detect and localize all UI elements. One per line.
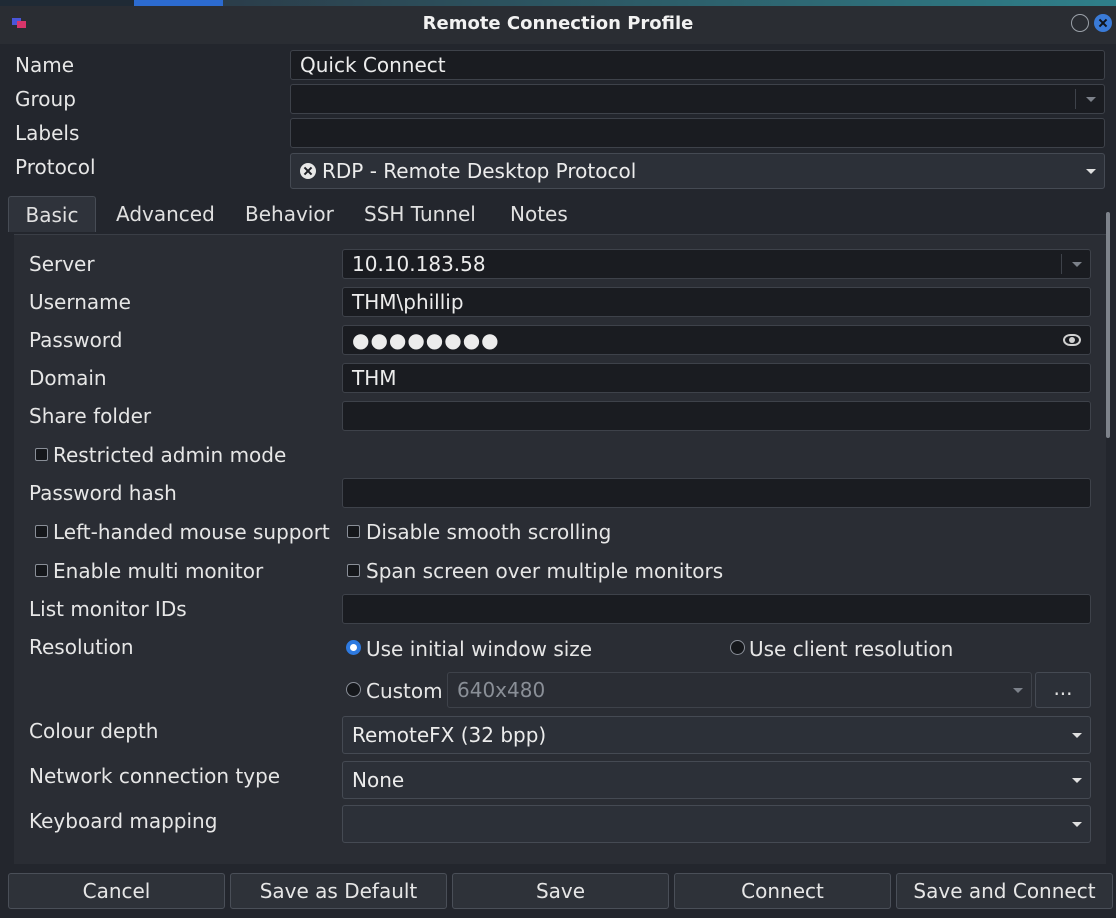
- group-combo[interactable]: [290, 84, 1105, 114]
- tab-advanced[interactable]: Advanced: [106, 196, 225, 232]
- password-value: ●●●●●●●●: [352, 328, 500, 352]
- save-and-connect-button[interactable]: Save and Connect: [896, 873, 1113, 909]
- server-combo[interactable]: 10.10.183.58: [342, 249, 1091, 279]
- chevron-down-icon[interactable]: [1072, 262, 1082, 267]
- restricted-admin-checkbox[interactable]: [35, 448, 48, 461]
- chevron-down-icon[interactable]: [1086, 97, 1096, 102]
- resolution-client-radio[interactable]: [730, 640, 745, 655]
- tab-ssh-tunnel[interactable]: SSH Tunnel: [354, 196, 486, 232]
- group-label: Group: [15, 87, 76, 111]
- share-folder-label: Share folder: [29, 404, 152, 428]
- rdp-protocol-icon: [300, 163, 316, 179]
- span-screen-label[interactable]: Span screen over multiple monitors: [366, 559, 723, 583]
- resolution-custom-radio[interactable]: [346, 682, 361, 697]
- restricted-admin-label[interactable]: Restricted admin mode: [53, 443, 286, 467]
- resolution-more-button[interactable]: ...: [1035, 672, 1091, 708]
- password-label: Password: [29, 328, 123, 352]
- title-bar: Remote Connection Profile: [0, 6, 1116, 44]
- resolution-client-label[interactable]: Use client resolution: [749, 637, 953, 661]
- close-button[interactable]: [1094, 14, 1112, 32]
- username-input[interactable]: THM\phillip: [342, 287, 1091, 317]
- name-input[interactable]: Quick Connect: [290, 50, 1105, 80]
- password-input[interactable]: ●●●●●●●●: [342, 325, 1091, 355]
- name-label: Name: [15, 53, 75, 77]
- panel-scrollbar[interactable]: [1106, 212, 1110, 438]
- username-label: Username: [29, 290, 131, 314]
- tab-basic[interactable]: Basic: [8, 196, 96, 232]
- server-value: 10.10.183.58: [352, 252, 486, 276]
- save-as-default-button[interactable]: Save as Default: [230, 873, 447, 909]
- protocol-select[interactable]: RDP - Remote Desktop Protocol: [290, 153, 1105, 189]
- keyboard-mapping-label: Keyboard mapping: [29, 809, 218, 833]
- labels-label: Labels: [15, 121, 80, 145]
- connect-button[interactable]: Connect: [674, 873, 891, 909]
- cancel-button[interactable]: Cancel: [8, 873, 225, 909]
- chevron-down-icon: [1086, 169, 1096, 174]
- disable-smooth-scrolling-label[interactable]: Disable smooth scrolling: [366, 520, 611, 544]
- colour-depth-label: Colour depth: [29, 719, 159, 743]
- protocol-value: RDP - Remote Desktop Protocol: [322, 159, 637, 183]
- protocol-label: Protocol: [15, 155, 96, 179]
- colour-depth-value: RemoteFX (32 bpp): [352, 723, 547, 747]
- server-label: Server: [29, 252, 95, 276]
- left-handed-checkbox[interactable]: [35, 525, 48, 538]
- resolution-initial-radio[interactable]: [346, 640, 361, 655]
- colour-depth-select[interactable]: RemoteFX (32 bpp): [342, 716, 1091, 754]
- custom-resolution-select[interactable]: 640x480: [447, 672, 1032, 708]
- span-screen-checkbox[interactable]: [347, 564, 360, 577]
- domain-label: Domain: [29, 366, 107, 390]
- tab-behavior[interactable]: Behavior: [235, 196, 344, 232]
- multi-monitor-label[interactable]: Enable multi monitor: [53, 559, 263, 583]
- keyboard-mapping-select[interactable]: [342, 805, 1091, 843]
- password-hash-label: Password hash: [29, 481, 177, 505]
- labels-input[interactable]: [290, 118, 1105, 148]
- network-type-select[interactable]: None: [342, 761, 1091, 799]
- resolution-label: Resolution: [29, 635, 134, 659]
- minimize-button[interactable]: [1071, 14, 1089, 32]
- monitor-ids-input[interactable]: [342, 594, 1091, 624]
- window-title: Remote Connection Profile: [422, 13, 694, 34]
- network-type-value: None: [352, 768, 405, 792]
- disable-smooth-scrolling-checkbox[interactable]: [347, 525, 360, 538]
- chevron-down-icon: [1013, 688, 1023, 693]
- save-button[interactable]: Save: [452, 873, 669, 909]
- chevron-down-icon: [1072, 778, 1082, 783]
- network-type-label: Network connection type: [29, 764, 281, 788]
- password-hash-input[interactable]: [342, 478, 1091, 508]
- resolution-custom-label[interactable]: Custom: [366, 679, 443, 703]
- left-handed-label[interactable]: Left-handed mouse support: [53, 520, 330, 544]
- custom-resolution-value: 640x480: [457, 678, 546, 702]
- eye-icon[interactable]: [1063, 334, 1081, 346]
- tab-notes[interactable]: Notes: [500, 196, 578, 232]
- share-folder-input[interactable]: [342, 401, 1091, 431]
- multi-monitor-checkbox[interactable]: [35, 564, 48, 577]
- resolution-initial-label[interactable]: Use initial window size: [366, 637, 592, 661]
- chevron-down-icon: [1072, 733, 1082, 738]
- domain-input[interactable]: THM: [342, 363, 1091, 393]
- monitor-ids-label: List monitor IDs: [29, 597, 187, 621]
- chevron-down-icon: [1072, 822, 1082, 827]
